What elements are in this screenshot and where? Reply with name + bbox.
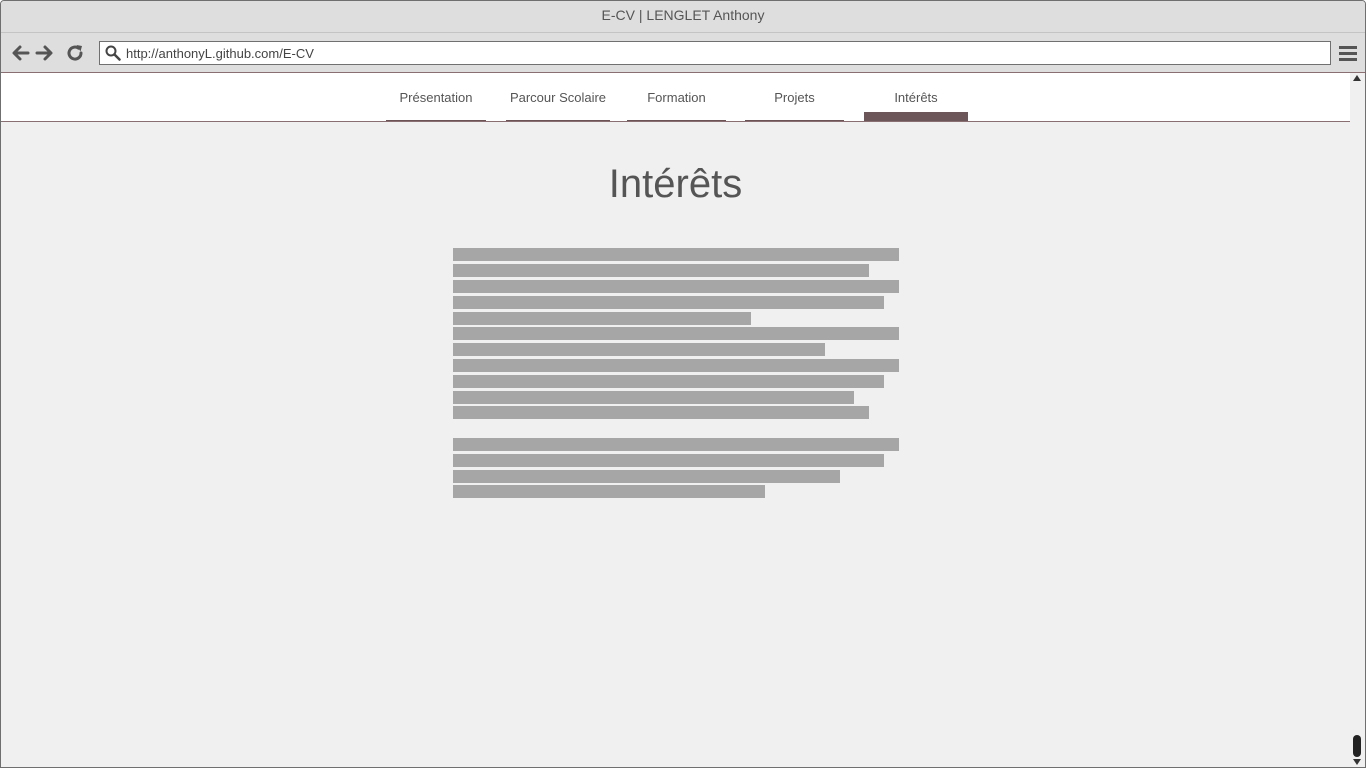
scroll-down-arrow-icon[interactable]	[1353, 759, 1361, 765]
placeholder-text-line	[453, 312, 751, 325]
title-bar: E-CV | LENGLET Anthony	[1, 1, 1365, 33]
tab-underline	[386, 120, 486, 121]
tab-label: Présentation	[399, 90, 473, 105]
forward-button[interactable]	[34, 42, 56, 64]
tab-underline	[506, 120, 610, 121]
tab-label: Parcour Scolaire	[509, 90, 607, 105]
refresh-button[interactable]	[64, 42, 86, 64]
placeholder-text-line	[453, 343, 825, 356]
scroll-up-arrow-icon[interactable]	[1353, 75, 1361, 81]
browser-window: E-CV | LENGLET Anthony http://anthonyL.g…	[0, 0, 1366, 768]
placeholder-text-line	[453, 296, 884, 309]
placeholder-text-line	[453, 359, 899, 372]
placeholder-text-line	[453, 454, 884, 467]
tab-underline	[745, 120, 844, 121]
browser-menu-button[interactable]	[1338, 43, 1358, 63]
tab-label: Intérêts	[894, 90, 938, 105]
hamburger-menu-icon	[1339, 46, 1357, 61]
window-title: E-CV | LENGLET Anthony	[601, 7, 765, 23]
placeholder-text-line	[453, 248, 899, 261]
placeholder-text-line	[453, 264, 869, 277]
scroll-thumb[interactable]	[1353, 735, 1361, 757]
arrow-left-icon	[12, 45, 30, 61]
tab-projets[interactable]: Projets	[745, 73, 844, 121]
placeholder-text-line	[453, 280, 899, 293]
address-bar[interactable]	[99, 41, 1331, 65]
tab-presentation[interactable]: Présentation	[386, 73, 486, 121]
tab-formation[interactable]: Formation	[627, 73, 726, 121]
placeholder-text-line	[453, 375, 884, 388]
page-title: Intérêts	[608, 162, 743, 206]
browser-toolbar	[1, 33, 1365, 73]
placeholder-text-line	[453, 327, 899, 340]
tab-active-indicator	[864, 112, 968, 121]
back-button[interactable]	[9, 42, 31, 64]
vertical-scrollbar[interactable]	[1350, 73, 1365, 767]
tab-interets[interactable]: Intérêts	[864, 73, 968, 121]
site-nav: Présentation Parcour Scolaire Formation …	[1, 73, 1350, 122]
refresh-icon	[67, 45, 83, 61]
placeholder-text-line	[453, 406, 869, 419]
tab-label: Projets	[774, 90, 815, 105]
page-content: Présentation Parcour Scolaire Formation …	[1, 73, 1350, 767]
url-input[interactable]	[126, 42, 1316, 64]
placeholder-text-line	[453, 470, 840, 483]
tab-underline	[627, 120, 726, 121]
arrow-right-icon	[35, 45, 53, 61]
placeholder-text-line	[453, 438, 899, 451]
tab-parcour-scolaire[interactable]: Parcour Scolaire	[506, 73, 610, 121]
search-icon	[105, 45, 121, 61]
tab-label: Formation	[647, 90, 706, 105]
placeholder-text-line	[453, 485, 765, 498]
placeholder-text-line	[453, 391, 854, 404]
